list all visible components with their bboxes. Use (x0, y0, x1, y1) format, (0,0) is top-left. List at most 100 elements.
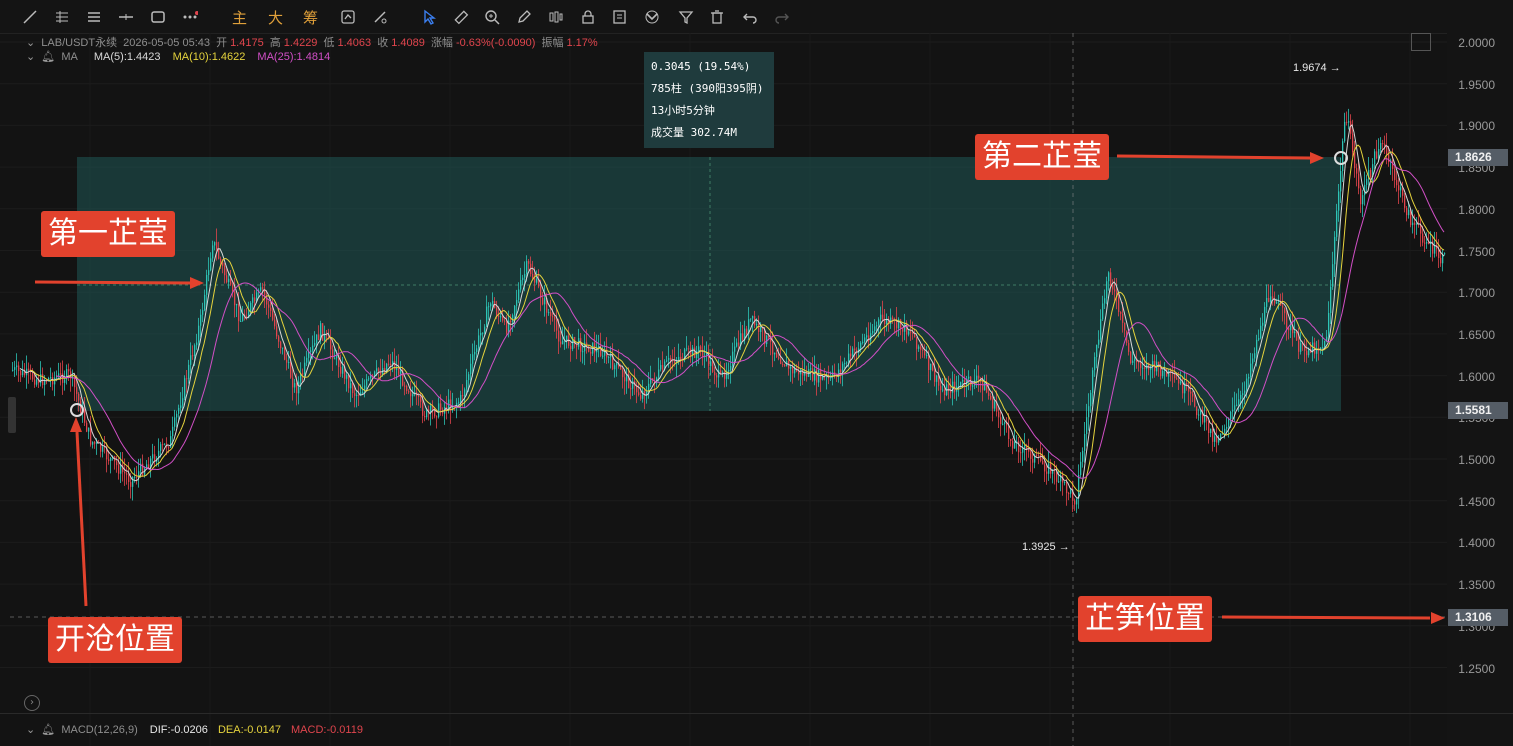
more-icon[interactable] (180, 7, 200, 27)
trendline-icon[interactable] (20, 7, 40, 27)
candle-body (920, 346, 922, 350)
candle-body (1272, 296, 1274, 299)
price-chart[interactable]: ⌄ LAB/USDT永续 2026-05-05 05:43 开 1.4175 高1… (0, 33, 1513, 746)
candle-body (334, 358, 336, 360)
undo-icon[interactable] (740, 7, 760, 27)
candle-body (490, 303, 492, 307)
bell-icon[interactable]: 🔔︎ (41, 724, 55, 736)
candle-body (470, 363, 472, 375)
candle-body (1386, 145, 1388, 155)
candle-body (332, 349, 334, 359)
fullscreen-icon[interactable] (1411, 33, 1431, 51)
candle-body (674, 360, 676, 364)
candle-body (480, 332, 482, 336)
main-indicator-button[interactable]: 主 (232, 7, 247, 28)
magnet-icon[interactable] (642, 7, 662, 27)
candle-body (742, 333, 744, 340)
candle-body (1300, 343, 1302, 352)
candle-body (196, 342, 198, 346)
candle-body (16, 365, 18, 368)
candle-body (278, 336, 280, 342)
candle-body (570, 345, 572, 349)
chips-button[interactable]: 筹 (303, 7, 318, 28)
low-marker: 1.3925 → (1022, 541, 1070, 553)
rectangle-icon[interactable] (148, 7, 168, 27)
open-position-annotation: 开沧位置 (48, 617, 182, 663)
candle-body (588, 345, 590, 352)
candle-body (1328, 312, 1330, 337)
candle-body (694, 347, 696, 359)
candle-body (1356, 168, 1358, 174)
candle-body (962, 379, 964, 382)
zoom-in-icon[interactable] (482, 7, 502, 27)
candle-body (162, 444, 164, 446)
eraser-icon[interactable] (370, 7, 390, 27)
horizontal-lines-icon[interactable] (52, 7, 72, 27)
lock-icon[interactable] (578, 7, 598, 27)
candle-body (884, 319, 886, 325)
measure-tooltip: 0.3045 (19.54%) 785柱 (390阳395阴) 13小时5分钟 … (644, 52, 774, 148)
candle-body (302, 373, 304, 375)
big-button[interactable]: 大 (268, 7, 283, 28)
candle-body (1252, 358, 1254, 364)
candle-body (56, 376, 58, 378)
candle-body (968, 376, 970, 379)
candle-body (102, 446, 104, 452)
candle-body (510, 320, 512, 323)
collapse-icon[interactable]: ⌄ (26, 724, 35, 736)
candle-body (1030, 451, 1032, 459)
candle-body (536, 278, 538, 283)
candle-body (408, 391, 410, 393)
candle-body (778, 356, 780, 359)
candle-body (1046, 471, 1048, 474)
candle-body (92, 441, 94, 445)
candle-body (14, 367, 16, 370)
candle-body (998, 411, 1000, 418)
arrow-open-head (70, 417, 82, 432)
redo-icon[interactable] (772, 7, 792, 27)
ma-name: MA (61, 51, 78, 63)
candle-body (728, 369, 730, 372)
candle-body (304, 362, 306, 375)
candle-body (1044, 464, 1046, 472)
candle-body (514, 305, 516, 316)
candle-body (1382, 143, 1384, 145)
candle-body (1416, 223, 1418, 225)
candle-body (876, 325, 878, 327)
candle-body (1380, 143, 1382, 149)
candle-body (1028, 449, 1030, 452)
candle-body (1340, 171, 1342, 192)
trash-icon[interactable] (707, 7, 727, 27)
pane-divider[interactable] (0, 713, 1513, 714)
refresh-icon[interactable] (338, 7, 358, 27)
expand-icon[interactable]: › (24, 695, 40, 711)
candle-body (358, 394, 360, 396)
left-collapse-handle[interactable] (8, 397, 16, 433)
candle-body (1362, 195, 1364, 205)
menu-lines-icon[interactable] (84, 7, 104, 27)
current-price-tag: 1.3106 (1448, 609, 1508, 626)
collapse-icon[interactable]: ⌄ (26, 37, 35, 49)
candle-body (1440, 258, 1442, 264)
candle-body (94, 441, 96, 444)
candle-body (388, 363, 390, 365)
filter-icon[interactable] (676, 7, 696, 27)
candle-body (532, 274, 534, 279)
candle-body (1086, 417, 1088, 435)
ruler-icon[interactable] (451, 7, 471, 27)
arrow-first (34, 280, 193, 285)
horizontal-ray-icon[interactable] (116, 7, 136, 27)
candle-body (242, 314, 244, 321)
price-axis-label: 1.7500 (1458, 244, 1495, 259)
candle-body (1258, 338, 1260, 340)
cursor-icon[interactable] (420, 7, 440, 27)
measure-box[interactable] (77, 157, 1341, 411)
candle-body (844, 363, 846, 365)
edit-icon[interactable] (610, 7, 630, 27)
lower-price-tag: 1.5581 (1448, 402, 1508, 419)
pen-icon[interactable] (514, 7, 534, 27)
candles-icon[interactable] (546, 7, 566, 27)
collapse-icon[interactable]: ⌄ (26, 51, 35, 63)
candle-body (860, 342, 862, 349)
bell-icon[interactable]: 🔔︎ (41, 51, 55, 63)
